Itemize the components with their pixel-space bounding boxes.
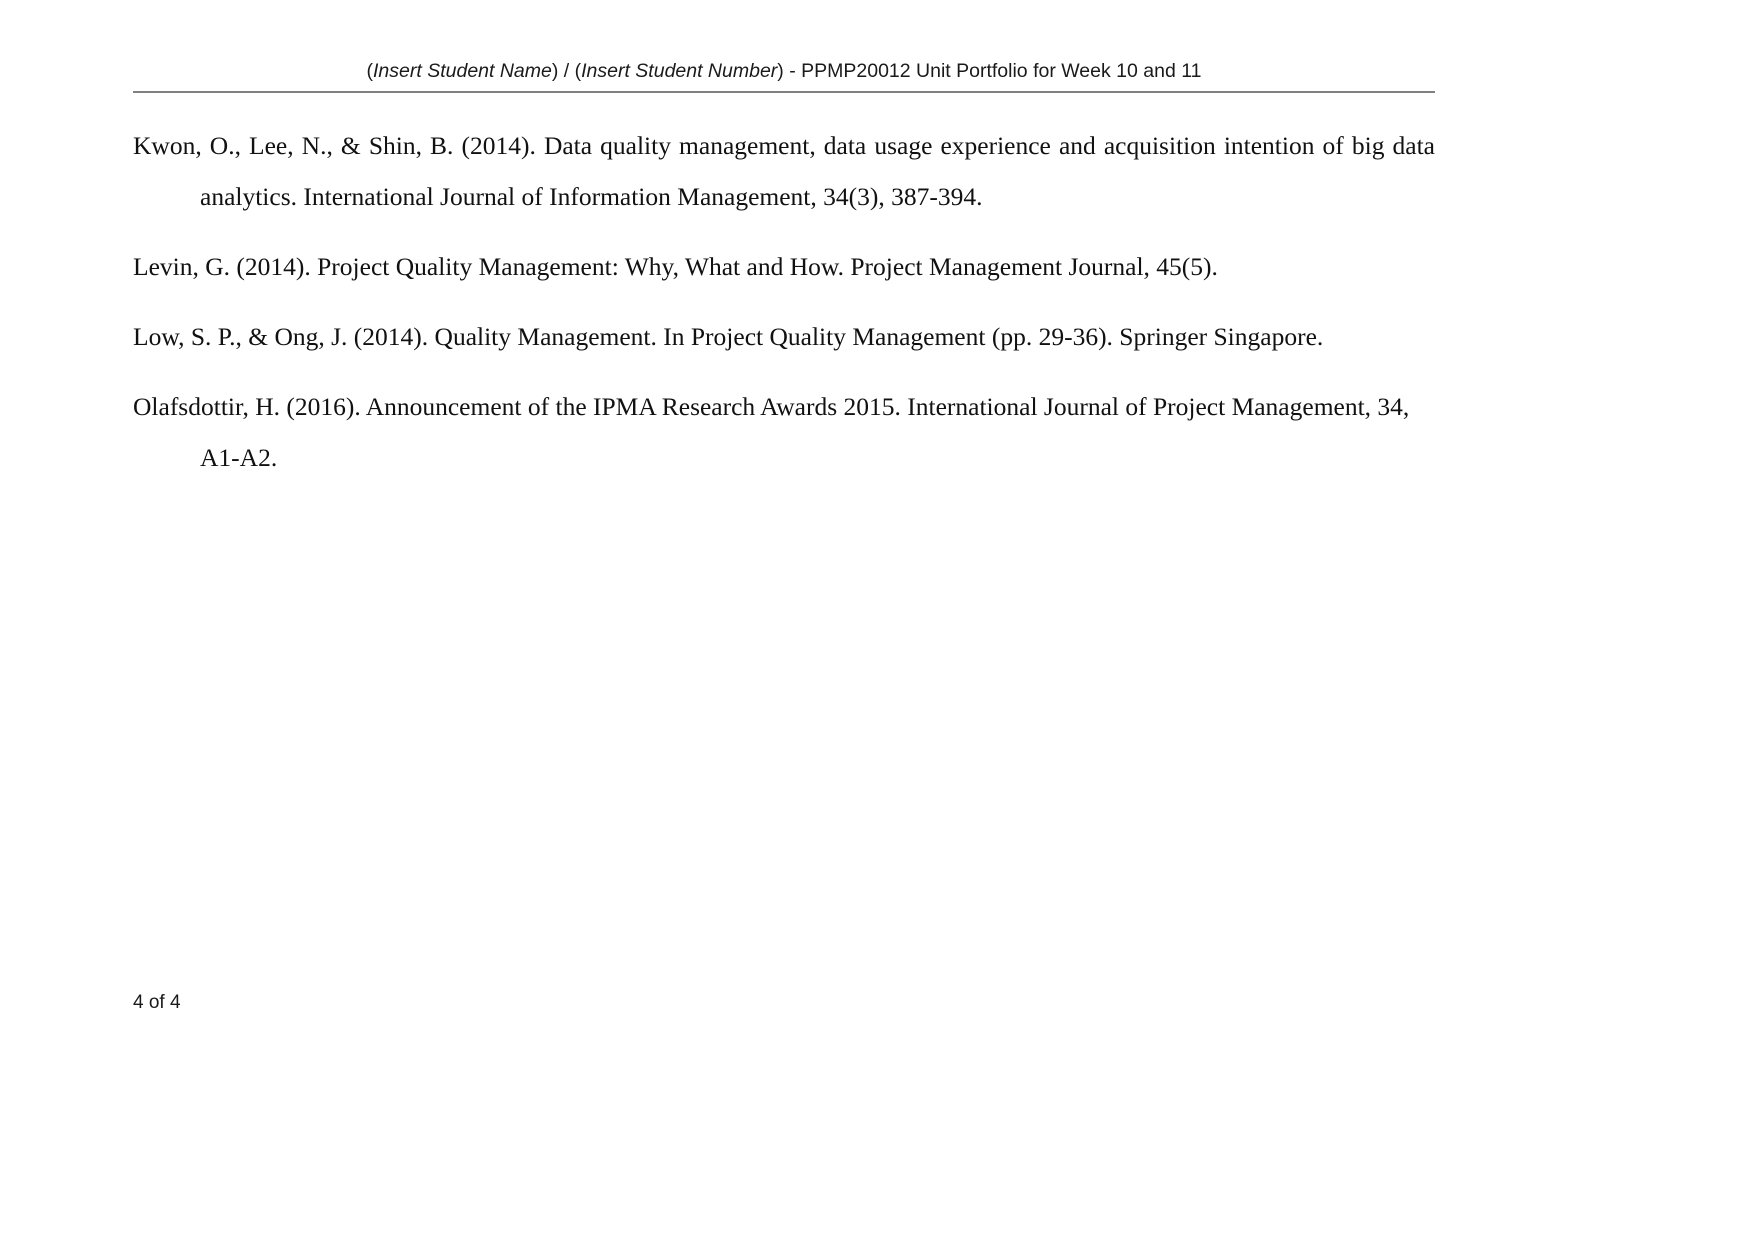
footer-page-number: 4 of 4 (133, 992, 181, 1013)
header-unit-title: ) - PPMP20012 Unit Portfolio for Week 10… (777, 60, 1202, 82)
header-divider-rule (133, 91, 1435, 93)
reference-entry-levin: Levin, G. (2014). Project Quality Manage… (133, 252, 1218, 281)
document-page: (Insert Student Name) / (Insert Student … (0, 0, 1754, 1241)
document-header: (Insert Student Name) / (Insert Student … (133, 58, 1435, 84)
reference-entry-olafsdottir: Olafsdottir, H. (2016). Announcement of … (133, 392, 1410, 472)
student-name-placeholder: Insert Student Name (373, 60, 552, 82)
student-number-placeholder: Insert Student Number (581, 60, 778, 82)
header-separator: ) / ( (551, 60, 582, 82)
reference-list: Kwon, O., Lee, N., & Shin, B. (2014). Da… (133, 120, 1435, 483)
reference-entry-kwon: Kwon, O., Lee, N., & Shin, B. (2014). Da… (133, 131, 1435, 211)
reference-entry-low-ong: Low, S. P., & Ong, J. (2014). Quality Ma… (133, 322, 1324, 351)
